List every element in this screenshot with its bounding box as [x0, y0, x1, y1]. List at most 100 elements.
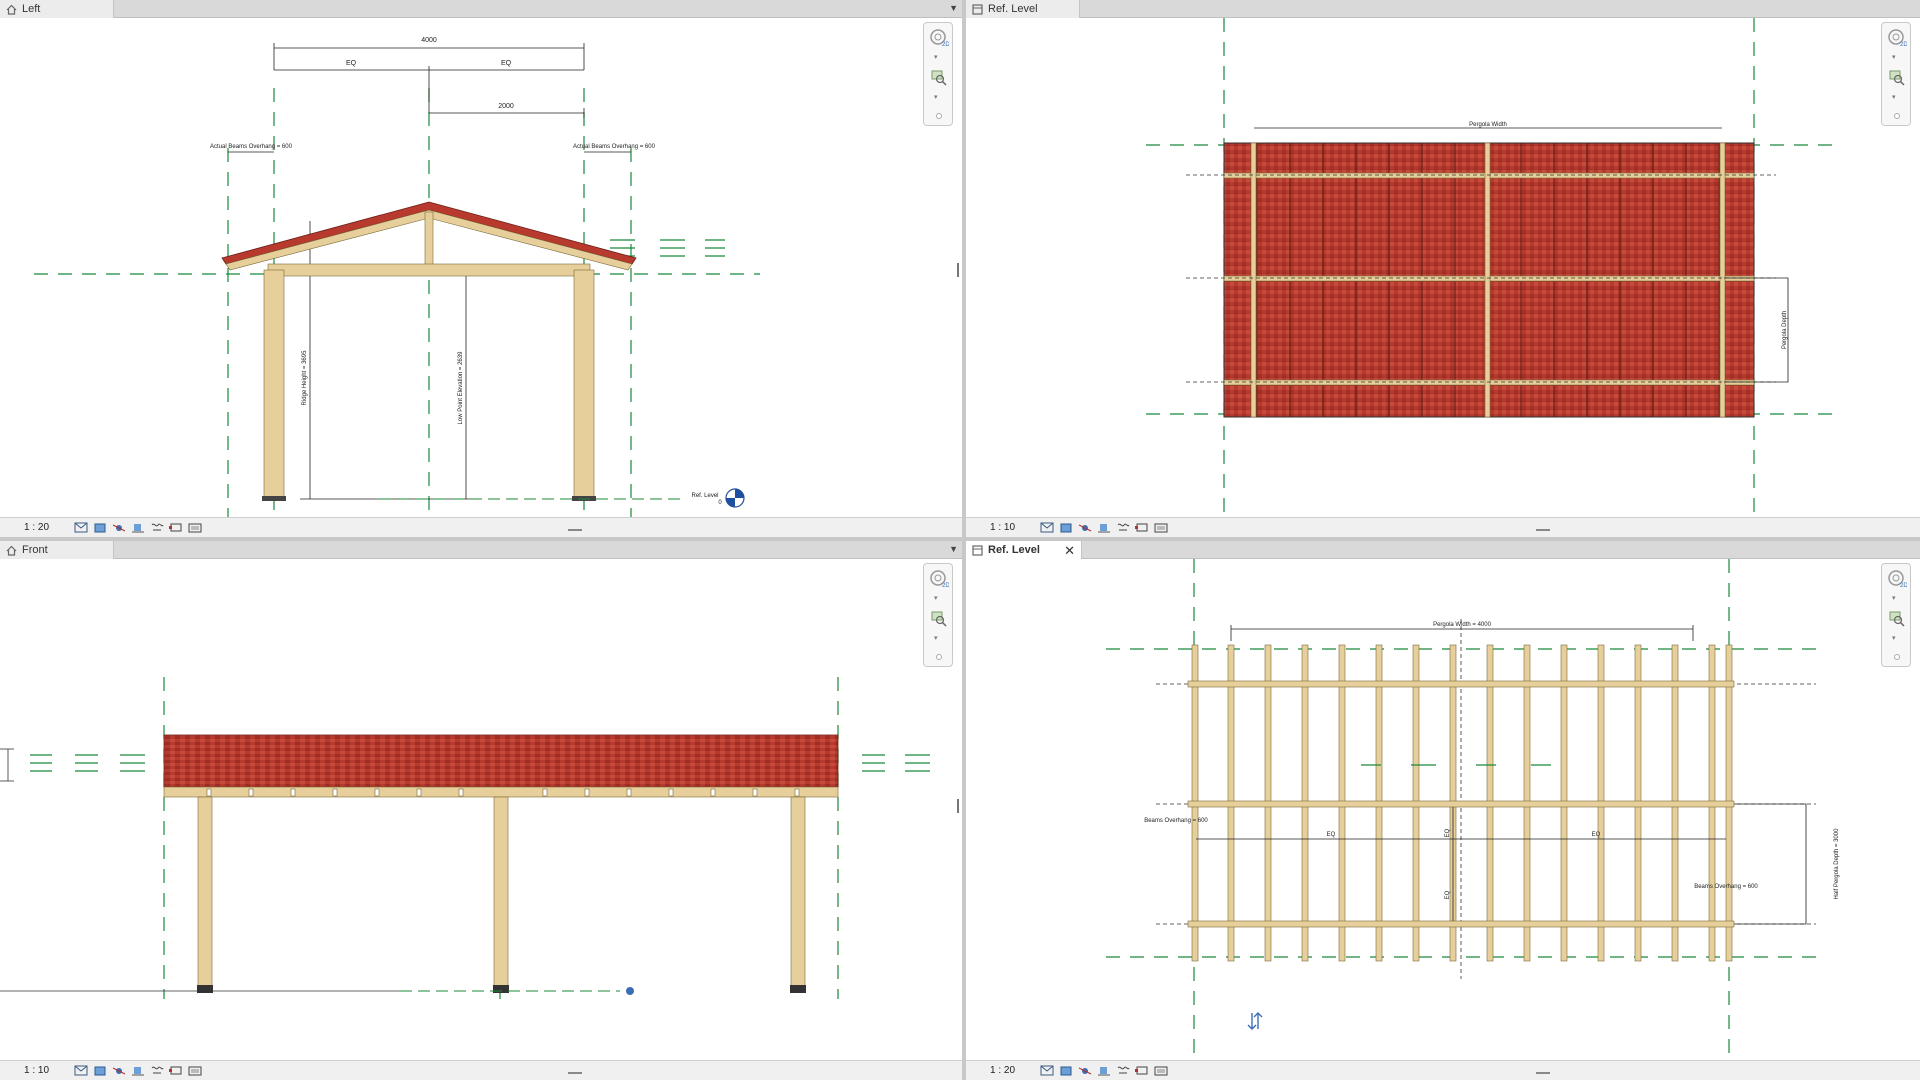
view-control-bar: 1 : 10: [0, 1060, 962, 1080]
view-pane-left-elevation[interactable]: Left ▼ 4000 EQ EQ 2000 Actual Beams Over…: [0, 0, 962, 537]
horizontal-splitter[interactable]: [0, 537, 1920, 541]
visual-style-icon[interactable]: [1057, 1064, 1074, 1078]
roof-surface: [163, 734, 839, 788]
view-scale[interactable]: 1 : 10: [24, 1065, 64, 1076]
view-pane-framing-plan[interactable]: Ref. Level ✕ Pergola Width = 4000 EQ EQ …: [966, 541, 1920, 1080]
zoom-region-icon[interactable]: [1887, 608, 1907, 630]
visual-style-icon[interactable]: [91, 1064, 108, 1078]
zoom-region-icon[interactable]: [1887, 67, 1907, 89]
tab-ref-level-active[interactable]: Ref. Level ✕: [966, 541, 1082, 559]
pane-menu-arrow-icon[interactable]: ▼: [949, 544, 958, 554]
tab-label: Ref. Level: [988, 3, 1038, 15]
detail-level-icon[interactable]: [1038, 1064, 1055, 1078]
pane-menu-arrow-icon[interactable]: ▼: [949, 3, 958, 13]
crop-view-icon[interactable]: [148, 1064, 165, 1078]
show-crop-region-icon[interactable]: [1133, 521, 1150, 535]
drawing-canvas[interactable]: 4000 EQ EQ 2000 Actual Beams Overhang = …: [0, 18, 962, 517]
eq-dim-3: EQ: [1445, 828, 1451, 837]
horizontal-scroll-grip[interactable]: [568, 1072, 582, 1074]
nav-dropdown-arrow-icon[interactable]: ▾: [1892, 594, 1896, 602]
steering-wheel-icon[interactable]: 2D: [929, 27, 949, 49]
horizontal-scroll-grip[interactable]: [1536, 1072, 1550, 1074]
view-scale[interactable]: 1 : 10: [990, 522, 1030, 533]
view-control-icons: [72, 1064, 203, 1078]
nav-options-icon[interactable]: [1894, 113, 1900, 119]
view-scale[interactable]: 1 : 20: [990, 1065, 1030, 1076]
sun-path-icon[interactable]: [1076, 521, 1093, 535]
visual-style-icon[interactable]: [91, 521, 108, 535]
view-pane-front-elevation[interactable]: Front ▼ 2D ▾ ▾ 1: 10: [0, 541, 962, 1080]
tab-left-view[interactable]: Left: [0, 0, 114, 18]
steering-wheel-icon[interactable]: 2D: [929, 568, 949, 590]
vertical-scroll-grip[interactable]: [957, 799, 959, 813]
show-crop-region-icon[interactable]: [167, 521, 184, 535]
post-base-right: [790, 985, 806, 993]
eq-dim-2: EQ: [1592, 832, 1601, 838]
detail-level-icon[interactable]: [72, 521, 89, 535]
eq-dim-4: EQ: [1445, 890, 1451, 899]
shadows-icon[interactable]: [129, 1064, 146, 1078]
detail-level-icon[interactable]: [72, 1064, 89, 1078]
nav-options-icon[interactable]: [936, 654, 942, 660]
svg-text:2D: 2D: [942, 42, 949, 48]
width-dimension-text: Pergola Width: [1469, 122, 1507, 128]
level-head-icon[interactable]: [626, 987, 634, 995]
tab-front-view[interactable]: Front: [0, 541, 114, 559]
crop-view-icon[interactable]: [1114, 521, 1131, 535]
detail-level-icon[interactable]: [1038, 521, 1055, 535]
sun-path-icon[interactable]: [110, 521, 127, 535]
drawing-canvas[interactable]: 2D ▾ ▾: [0, 559, 962, 1060]
beam-overhang-right-label: Beams Overhang = 600: [1694, 884, 1758, 890]
horizontal-scroll-grip[interactable]: [1536, 529, 1550, 531]
view-pane-roof-plan[interactable]: Ref. Level Pergola Width Pergola Depth 2…: [966, 0, 1920, 537]
tab-ref-level-view[interactable]: Ref. Level: [966, 0, 1080, 18]
zoom-region-icon[interactable]: [929, 67, 949, 89]
shadows-icon[interactable]: [1095, 1064, 1112, 1078]
shadows-icon[interactable]: [1095, 521, 1112, 535]
level-head-icon[interactable]: [725, 488, 745, 508]
crop-view-icon[interactable]: [148, 521, 165, 535]
shadows-icon[interactable]: [129, 521, 146, 535]
steering-wheel-icon[interactable]: 2D: [1887, 568, 1907, 590]
show-crop-region-icon[interactable]: [1133, 1064, 1150, 1078]
tab-label: Left: [22, 3, 41, 15]
crop-view-icon[interactable]: [1114, 1064, 1131, 1078]
temporary-hide-icon[interactable]: [1152, 521, 1169, 535]
temporary-hide-icon[interactable]: [186, 1064, 203, 1078]
temporary-hide-icon[interactable]: [186, 521, 203, 535]
view-control-icons: [1038, 1064, 1169, 1078]
horizontal-scroll-grip[interactable]: [568, 529, 582, 531]
nav-dropdown-arrow-icon[interactable]: ▾: [1892, 53, 1896, 61]
elevation-view-icon: [6, 545, 17, 556]
show-crop-region-icon[interactable]: [167, 1064, 184, 1078]
pane-tab-bar: Front ▼: [0, 541, 962, 559]
sun-path-icon[interactable]: [110, 1064, 127, 1078]
vertical-scroll-grip[interactable]: [957, 263, 959, 277]
nav-dropdown-arrow-icon[interactable]: ▾: [934, 53, 938, 61]
navigation-bar: 2D ▾ ▾: [1881, 22, 1911, 126]
sun-path-icon[interactable]: [1076, 1064, 1093, 1078]
zoom-dropdown-arrow-icon[interactable]: ▾: [1892, 634, 1896, 642]
nav-options-icon[interactable]: [936, 113, 942, 119]
overall-width-dim: 4000: [421, 37, 437, 44]
zoom-region-icon[interactable]: [929, 608, 949, 630]
front-post-left: [197, 796, 213, 988]
steering-wheel-icon[interactable]: 2D: [1887, 27, 1907, 49]
view-scale[interactable]: 1 : 20: [24, 522, 64, 533]
post-left: [263, 269, 285, 499]
zoom-dropdown-arrow-icon[interactable]: ▾: [934, 634, 938, 642]
nav-dropdown-arrow-icon[interactable]: ▾: [934, 594, 938, 602]
ridge-height-label: Ridge Height = 3695: [302, 350, 308, 406]
close-icon[interactable]: ✕: [1064, 544, 1075, 557]
visual-style-icon[interactable]: [1057, 521, 1074, 535]
zoom-dropdown-arrow-icon[interactable]: ▾: [1892, 93, 1896, 101]
nav-options-icon[interactable]: [1894, 654, 1900, 660]
temporary-hide-icon[interactable]: [1152, 1064, 1169, 1078]
zoom-dropdown-arrow-icon[interactable]: ▾: [934, 93, 938, 101]
grid-lines: [34, 88, 760, 517]
view-control-bar: 1 : 20: [966, 1060, 1920, 1080]
drawing-canvas[interactable]: Pergola Width = 4000 EQ EQ EQ EQ Beams O…: [966, 559, 1920, 1060]
drawing-canvas[interactable]: Pergola Width Pergola Depth 2D ▾ ▾: [966, 18, 1920, 517]
section-arrows-icon[interactable]: [1247, 1012, 1263, 1030]
view-control-bar: 1 : 20: [0, 517, 962, 537]
